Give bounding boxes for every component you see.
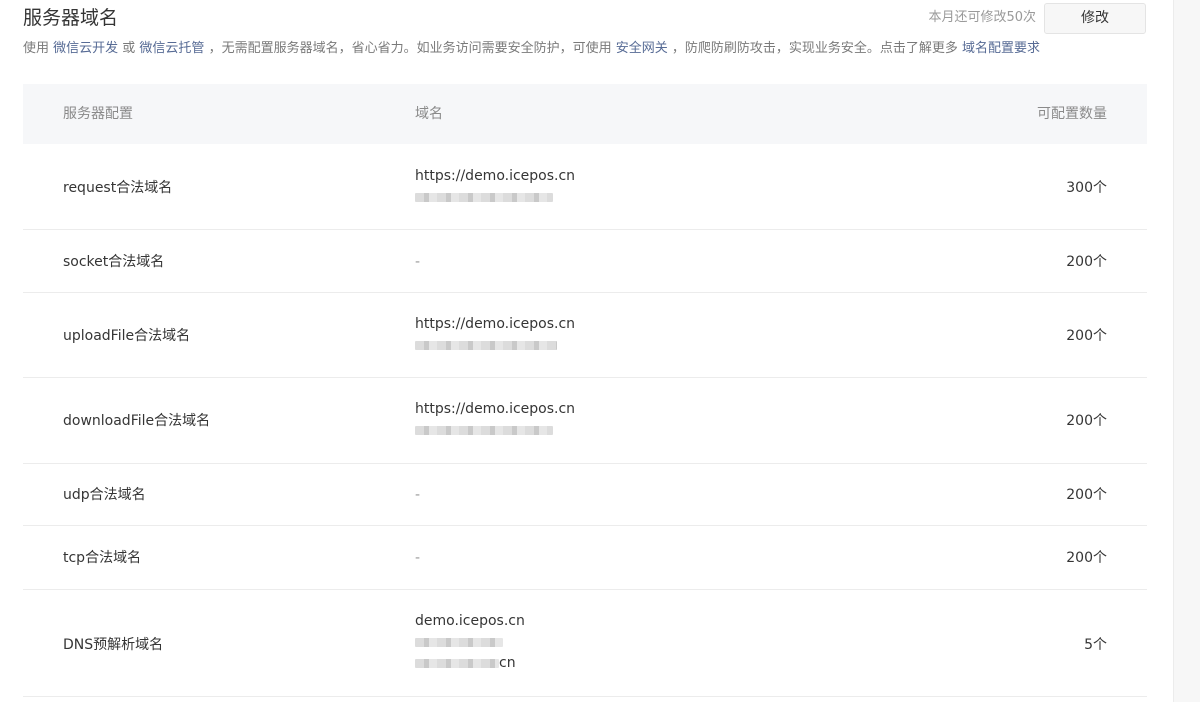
remaining-edits-text: 本月还可修改50次 (928, 10, 1036, 25)
header-server-config: 服务器配置 (63, 106, 133, 122)
domain-empty: - (415, 254, 421, 270)
table-header: 服务器配置 域名 可配置数量 (23, 84, 1147, 144)
domain-list: https://demo.icepos.cn (415, 399, 575, 441)
edit-button[interactable]: 修改 (1044, 3, 1146, 34)
row-label: tcp合法域名 (63, 550, 142, 566)
domain-entry: demo.icepos.cn (415, 613, 525, 629)
description-text: 使用 微信云开发 或 微信云托管 ，无需配置服务器域名，省心省力。如业务访问需要… (23, 40, 1040, 58)
masked-domain-entry (415, 335, 575, 356)
header-domain: 域名 (415, 106, 443, 122)
redaction-mask (415, 638, 503, 647)
masked-domain-entry (415, 632, 525, 653)
wechat-cloud-dev-link[interactable]: 微信云开发 (53, 41, 118, 56)
domain-entry: https://demo.icepos.cn (415, 401, 576, 417)
domain-entry: https://demo.icepos.cn (415, 316, 576, 332)
masked-domain-entry (415, 187, 575, 208)
row-label: uploadFile合法域名 (63, 328, 191, 344)
row-count: 5个 (1084, 637, 1107, 653)
row-count: 300个 (1066, 180, 1107, 196)
redaction-mask (415, 426, 553, 435)
row-label: DNS预解析域名 (63, 637, 164, 653)
redaction-mask (415, 341, 557, 350)
row-count: 200个 (1066, 413, 1107, 429)
domain-requirements-link[interactable]: 域名配置要求 (962, 41, 1040, 56)
row-count: 200个 (1066, 328, 1107, 344)
domain-empty: - (415, 550, 421, 566)
table-row-downloadfile: downloadFile合法域名 https://demo.icepos.cn … (23, 378, 1147, 464)
domain-empty: - (415, 487, 421, 503)
redaction-mask (415, 659, 499, 668)
row-count: 200个 (1066, 550, 1107, 566)
row-label: udp合法域名 (63, 487, 146, 503)
masked-domain-entry: cn (415, 653, 525, 674)
table-row-udp: udp合法域名 - 200个 (23, 464, 1147, 526)
table-row-request: request合法域名 https://demo.icepos.cn 300个 (23, 144, 1147, 230)
redaction-mask (415, 193, 553, 202)
page-title: 服务器域名 (23, 7, 119, 29)
row-count: 200个 (1066, 254, 1107, 270)
domain-entry: https://demo.icepos.cn (415, 168, 576, 184)
domain-list: https://demo.icepos.cn (415, 166, 575, 208)
description-part-1: 使用 (23, 41, 54, 56)
domain-suffix: cn (499, 655, 516, 671)
server-domain-page: 服务器域名 本月还可修改50次 修改 使用 微信云开发 或 微信云托管 ，无需配… (0, 0, 1200, 702)
row-label: request合法域名 (63, 180, 173, 196)
table-row-dns-prefetch: DNS预解析域名 demo.icepos.cn cn 5个 (23, 590, 1147, 697)
table-row-tcp: tcp合法域名 - 200个 (23, 526, 1147, 590)
row-label: socket合法域名 (63, 254, 165, 270)
domain-list: demo.icepos.cn cn (415, 611, 525, 674)
table-row-socket: socket合法域名 - 200个 (23, 230, 1147, 293)
header-config-count: 可配置数量 (1037, 106, 1107, 122)
domain-list: https://demo.icepos.cn (415, 314, 575, 356)
domain-list: - (415, 252, 420, 273)
page-scroll-gutter (1174, 0, 1200, 702)
description-part-2: 或 (118, 41, 140, 56)
security-gateway-link[interactable]: 安全网关 (616, 41, 668, 56)
domain-list: - (415, 548, 420, 569)
description-part-4: ，防爬防刷防攻击，实现业务安全。点击了解更多 (667, 41, 962, 56)
row-count: 200个 (1066, 487, 1107, 503)
wechat-cloud-hosting-link[interactable]: 微信云托管 (139, 41, 204, 56)
row-label: downloadFile合法域名 (63, 413, 211, 429)
domain-list: - (415, 485, 420, 506)
table-row-uploadfile: uploadFile合法域名 https://demo.icepos.cn 20… (23, 293, 1147, 378)
description-part-3: ，无需配置服务器域名，省心省力。如业务访问需要安全防护，可使用 (204, 41, 616, 56)
masked-domain-entry (415, 420, 575, 441)
domain-table: 服务器配置 域名 可配置数量 request合法域名 https://demo.… (23, 84, 1147, 697)
